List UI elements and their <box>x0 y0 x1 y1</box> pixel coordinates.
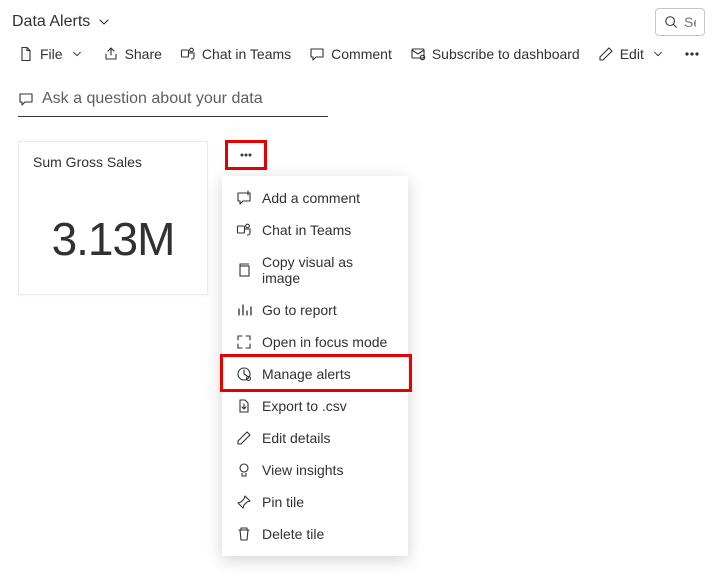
comment-label: Comment <box>331 46 392 62</box>
ask-question-input[interactable]: Ask a question about your data <box>18 84 328 117</box>
file-label: File <box>40 46 63 62</box>
edit-icon <box>236 430 252 446</box>
menu-go-report[interactable]: Go to report <box>222 294 408 326</box>
menu-label: Pin tile <box>262 494 304 510</box>
ask-placeholder: Ask a question about your data <box>42 90 263 108</box>
share-label: Share <box>125 46 162 62</box>
menu-label: Chat in Teams <box>262 222 351 238</box>
menu-add-comment[interactable]: Add a comment <box>222 182 408 214</box>
alert-icon <box>236 366 252 382</box>
subscribe-label: Subscribe to dashboard <box>432 46 580 62</box>
top-bar: Data Alerts <box>0 0 717 40</box>
search-input[interactable] <box>684 14 696 30</box>
menu-pin-tile[interactable]: Pin tile <box>222 486 408 518</box>
menu-copy-visual[interactable]: Copy visual as image <box>222 246 408 294</box>
more-toolbar-button[interactable] <box>684 46 700 62</box>
menu-label: Copy visual as image <box>262 254 394 286</box>
menu-export-csv[interactable]: Export to .csv <box>222 390 408 422</box>
menu-label: Add a comment <box>262 190 360 206</box>
delete-icon <box>236 526 252 542</box>
more-icon <box>684 46 700 62</box>
search-icon <box>664 14 678 30</box>
tile-context-menu: Add a comment Chat in Teams Copy visual … <box>222 176 408 556</box>
menu-label: Manage alerts <box>262 366 351 382</box>
export-icon <box>236 398 252 414</box>
edit-icon <box>598 46 614 62</box>
command-bar: File Share Chat in Teams Comment Subscri… <box>0 40 717 72</box>
teams-icon <box>180 46 196 62</box>
share-button[interactable]: Share <box>103 46 162 62</box>
menu-label: Go to report <box>262 302 337 318</box>
dashboard-tile[interactable]: Sum Gross Sales 3.13M <box>18 141 208 295</box>
focus-icon <box>236 334 252 350</box>
menu-label: Open in focus mode <box>262 334 387 350</box>
menu-manage-alerts[interactable]: Manage alerts <box>222 358 408 390</box>
chat-teams-label: Chat in Teams <box>202 46 291 62</box>
comment-icon <box>309 46 325 62</box>
edit-button[interactable]: Edit <box>598 46 666 62</box>
menu-edit-details[interactable]: Edit details <box>222 422 408 454</box>
subscribe-icon <box>410 46 426 62</box>
menu-label: View insights <box>262 462 343 478</box>
insights-icon <box>236 462 252 478</box>
breadcrumb[interactable]: Data Alerts <box>12 13 112 31</box>
breadcrumb-title: Data Alerts <box>12 13 90 31</box>
menu-delete-tile[interactable]: Delete tile <box>222 518 408 550</box>
menu-view-insights[interactable]: View insights <box>222 454 408 486</box>
chevron-down-icon <box>96 14 112 30</box>
more-icon <box>238 147 254 163</box>
tile-title: Sum Gross Sales <box>33 154 193 170</box>
tile-value: 3.13M <box>33 212 193 266</box>
edit-label: Edit <box>620 46 644 62</box>
tile-more-button[interactable] <box>225 140 267 170</box>
menu-label: Edit details <box>262 430 330 446</box>
menu-label: Export to .csv <box>262 398 347 414</box>
chevron-down-icon <box>69 46 85 62</box>
copy-icon <box>236 262 252 278</box>
comment-icon <box>18 91 34 107</box>
chat-teams-button[interactable]: Chat in Teams <box>180 46 291 62</box>
comment-button[interactable]: Comment <box>309 46 392 62</box>
teams-icon <box>236 222 252 238</box>
file-button[interactable]: File <box>18 46 85 62</box>
search-box[interactable] <box>655 8 705 36</box>
report-icon <box>236 302 252 318</box>
comment-add-icon <box>236 190 252 206</box>
menu-focus-mode[interactable]: Open in focus mode <box>222 326 408 358</box>
menu-label: Delete tile <box>262 526 324 542</box>
chevron-down-icon <box>650 46 666 62</box>
menu-chat-teams[interactable]: Chat in Teams <box>222 214 408 246</box>
subscribe-button[interactable]: Subscribe to dashboard <box>410 46 580 62</box>
file-icon <box>18 46 34 62</box>
pin-icon <box>236 494 252 510</box>
share-icon <box>103 46 119 62</box>
